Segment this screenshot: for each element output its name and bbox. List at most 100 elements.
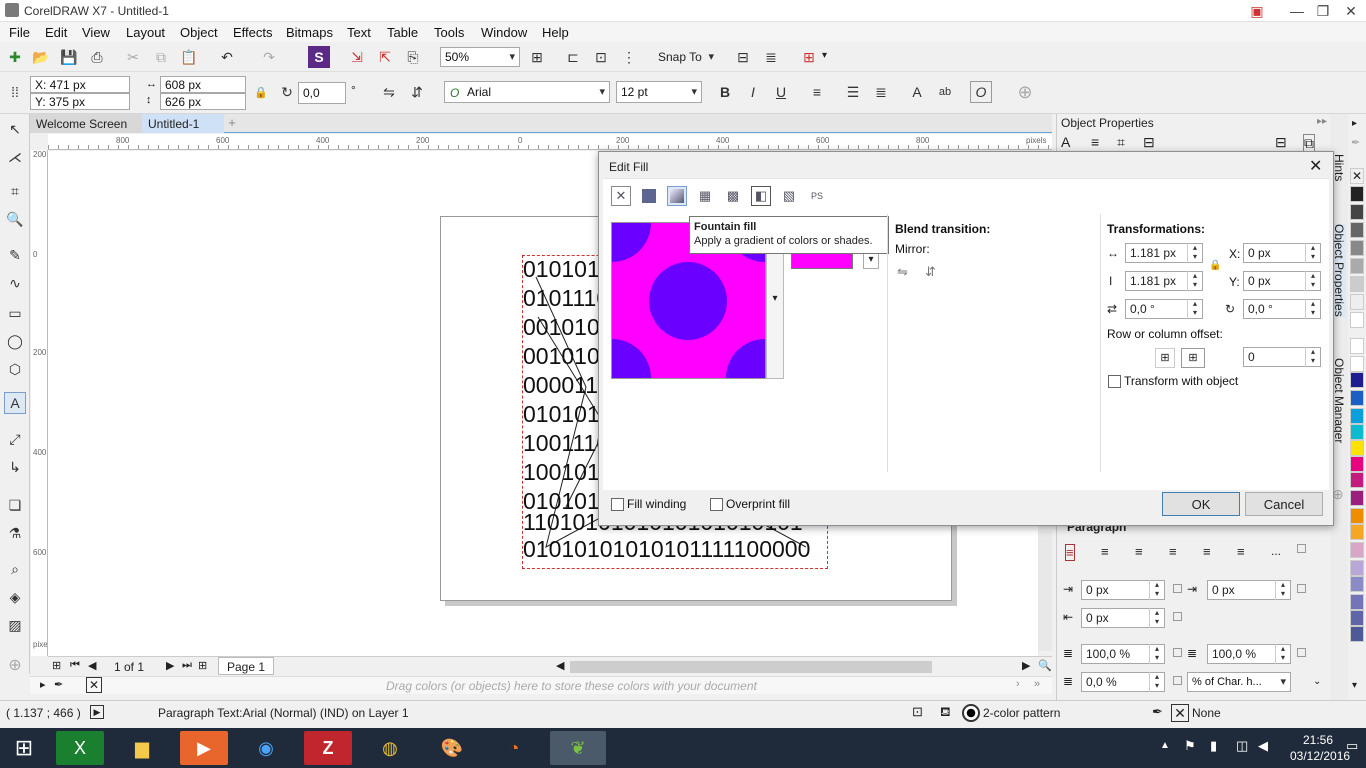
menu-text[interactable]: Text (347, 25, 371, 40)
quick-customize-icon[interactable]: ⊕ (1014, 81, 1036, 103)
mirror-vertical-icon[interactable]: ⇵ (406, 81, 428, 103)
columns-tab-icon[interactable]: ⊟ (1143, 134, 1155, 151)
spacing-units-select[interactable]: % of Char. h... (1187, 672, 1291, 692)
add-page-after-icon[interactable]: ⊞ (198, 659, 207, 672)
force-justify-icon[interactable]: ≡ (1237, 544, 1245, 559)
line-spacing-checkbox[interactable] (1297, 648, 1306, 657)
before-paragraph-checkbox[interactable] (1173, 648, 1182, 657)
skew-field[interactable]: 0,0 ° (1125, 299, 1203, 319)
first-line-indent-field[interactable]: 0 px (1081, 580, 1165, 600)
start-windows-icon[interactable]: ⊞ (0, 731, 48, 765)
bullet-list-icon[interactable]: ☰ (842, 81, 864, 103)
pattern-fill-swatch[interactable] (962, 704, 980, 722)
notifications-icon[interactable]: ▭ (1346, 738, 1358, 754)
vertical-scrollbar[interactable] (1038, 531, 1052, 651)
paragraph-tab-icon[interactable]: ≡ (1091, 134, 1099, 150)
column-offset-icon[interactable]: ⊞ (1181, 348, 1205, 368)
zoom-tool-icon[interactable]: 🔍 (4, 208, 26, 230)
x-position-field[interactable]: X: 471 px (30, 76, 130, 93)
color-swatch[interactable] (1350, 408, 1364, 424)
menu-file[interactable]: File (9, 25, 30, 40)
color-eyedropper-icon[interactable]: ⌕ (4, 558, 26, 580)
align-left-icon[interactable]: ≡ (1101, 544, 1109, 559)
undo-icon[interactable]: ↶ (216, 46, 238, 68)
palette-scroll-up-icon[interactable]: ▸ (1352, 118, 1357, 129)
chrome-icon[interactable]: ◍ (366, 731, 414, 765)
object-properties-tab[interactable]: Object Properties (1332, 224, 1346, 317)
align-right-icon[interactable]: ≡ (1169, 544, 1177, 559)
paint-icon[interactable]: 🎨 (428, 731, 476, 765)
color-swatch[interactable] (1350, 560, 1364, 576)
search-content-icon[interactable]: S (308, 46, 330, 68)
fountain-fill-icon[interactable] (667, 186, 687, 206)
open-icon[interactable]: 📂 (30, 46, 52, 68)
transform-with-object-checkbox[interactable] (1108, 375, 1121, 388)
color-swatch[interactable] (1350, 276, 1364, 292)
show-rulers-icon[interactable]: ⊏ (562, 46, 584, 68)
color-swatch[interactable] (1350, 390, 1364, 406)
font-size-select[interactable]: 12 pt (616, 81, 702, 103)
status-play-icon[interactable]: ▶ (90, 705, 104, 719)
rectangle-tool-icon[interactable]: ▭ (4, 302, 26, 324)
menu-tools[interactable]: Tools (434, 25, 464, 40)
color-swatch[interactable] (1350, 594, 1364, 610)
object-origin-icon[interactable]: ⁞⁞ (4, 81, 26, 103)
line-spacing-field[interactable]: 100,0 % (1207, 644, 1291, 664)
bold-icon[interactable]: B (714, 81, 736, 103)
mirror-horizontal-icon[interactable]: ⇋ (378, 81, 400, 103)
media-player-icon[interactable]: ▶ (180, 731, 228, 765)
two-color-pattern-fill-icon[interactable]: ◧ (751, 186, 771, 206)
scroll-left-icon[interactable]: ◀ (556, 659, 564, 672)
mirror-horizontal-tile-icon[interactable]: ⇋ (897, 264, 908, 280)
color-swatch[interactable] (1350, 312, 1364, 328)
last-page-icon[interactable]: ⏭ (182, 659, 192, 672)
left-indent-checkbox[interactable] (1297, 584, 1306, 593)
no-fill-swatch[interactable]: ✕ (1350, 168, 1364, 184)
color-swatch[interactable] (1350, 576, 1364, 592)
alignment-checkbox[interactable] (1297, 544, 1306, 553)
polygon-tool-icon[interactable]: ⬡ (4, 358, 26, 380)
docker-collapse-icon[interactable]: ▸▸ (1317, 116, 1327, 127)
add-page-before-icon[interactable]: ⊞ (52, 659, 61, 672)
dialog-close-button[interactable]: ✕ (1309, 156, 1322, 176)
show-guidelines-icon[interactable]: ⋮ (618, 46, 640, 68)
color-swatch[interactable] (1350, 294, 1364, 310)
publish-pdf-icon[interactable]: ⎘ (402, 46, 424, 68)
character-tab-icon[interactable]: A (1061, 134, 1070, 150)
row-offset-icon[interactable]: ⊞ (1155, 348, 1175, 368)
color-swatch[interactable] (1350, 524, 1364, 540)
fill-width-field[interactable]: 1.181 px (1125, 243, 1203, 263)
right-indent-field[interactable]: 0 px (1081, 608, 1165, 628)
excel-icon[interactable]: X (56, 731, 104, 765)
show-grid-icon[interactable]: ⊡ (590, 46, 612, 68)
tab-welcome-screen[interactable]: Welcome Screen (30, 114, 142, 133)
add-tool-icon[interactable]: ⊕ (4, 654, 26, 676)
color-swatch[interactable] (1350, 372, 1364, 388)
palette-menu-icon[interactable]: ▸ (40, 678, 46, 691)
connector-tool-icon[interactable]: ↳ (4, 456, 26, 478)
menu-view[interactable]: View (82, 25, 110, 40)
postscript-fill-icon[interactable]: PS (807, 186, 827, 206)
new-tab-icon[interactable]: + (224, 115, 240, 132)
cancel-button[interactable]: Cancel (1245, 492, 1323, 516)
launcher-chevron-down-icon[interactable]: ▾ (822, 50, 827, 61)
crop-tool-icon[interactable]: ⌗ (4, 180, 26, 202)
palette-scroll-down-icon[interactable]: ▾ (1352, 680, 1357, 691)
close-window-button[interactable]: ✕ (1334, 0, 1366, 22)
after-paragraph-spacing-field[interactable]: 0,0 % (1081, 672, 1165, 692)
menu-table[interactable]: Table (387, 25, 418, 40)
color-swatch[interactable] (1350, 490, 1364, 506)
foreground-color-dropdown[interactable]: ▾ (863, 253, 879, 269)
drop-cap-icon[interactable]: ≣ (870, 81, 892, 103)
underline-icon[interactable]: U (770, 81, 792, 103)
frame-tab-icon[interactable]: ⌗ (1117, 134, 1125, 151)
menu-layout[interactable]: Layout (126, 25, 165, 40)
save-icon[interactable]: 💾 (58, 46, 80, 68)
import-icon[interactable]: ⇲ (346, 46, 368, 68)
redo-icon[interactable]: ↷ (258, 46, 280, 68)
next-page-icon[interactable]: ▶ (166, 659, 174, 672)
no-outline-swatch[interactable]: ✕ (1171, 704, 1189, 722)
color-proofing-icon[interactable]: ⊡ (912, 704, 923, 720)
texture-fill-icon[interactable]: ▧ (779, 186, 799, 206)
pick-tool-icon[interactable]: ↖ (4, 118, 26, 140)
